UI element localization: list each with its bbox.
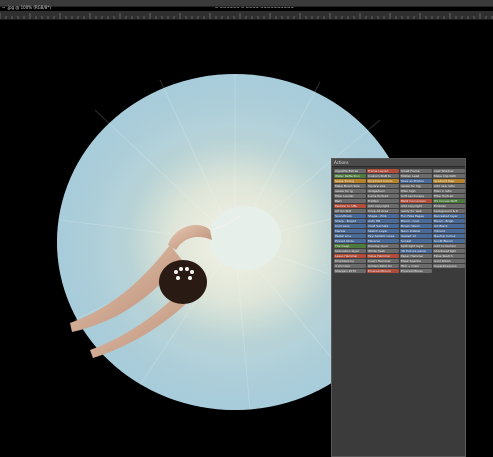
action-button[interactable]: Psychedelic Lines [367, 234, 399, 238]
action-button[interactable]: Vibrant [433, 229, 465, 233]
action-button[interactable]: 3D Picture panel [400, 249, 432, 253]
action-button[interactable]: Vivid Sachets [367, 224, 399, 228]
action-button[interactable]: Cold Lens [334, 224, 366, 228]
action-button[interactable]: Make Clip Path [433, 174, 465, 178]
action-button[interactable]: Neutral Colour [433, 234, 465, 238]
action-button[interactable]: Frame Layout [367, 169, 399, 173]
action-button[interactable]: Blend - Cool [400, 219, 432, 223]
action-button[interactable]: Invert Hammer [367, 259, 399, 263]
action-button[interactable]: Value Hammer [367, 254, 399, 258]
action-button[interactable]: Add copyright [367, 204, 399, 208]
action-button[interactable]: Filter Landsc [334, 194, 366, 198]
action-button[interactable]: Emerald Bloom [367, 269, 399, 273]
action-button[interactable]: ready for web [400, 209, 432, 213]
action-button[interactable]: Brown Warm [400, 224, 432, 228]
action-button[interactable]: Frattan [367, 199, 399, 203]
action-button[interactable]: Vignette Extras [334, 169, 366, 173]
action-button[interactable]: Shadows/Highl [433, 249, 465, 253]
action-button[interactable]: Auto HB [367, 219, 399, 223]
action-button[interactable]: filter high [400, 189, 432, 193]
action-button[interactable]: Add copyright [400, 204, 432, 208]
action-button[interactable]: Custom RGB to [367, 174, 399, 178]
action-button[interactable]: Emerald Blues [400, 269, 432, 273]
action-button[interactable]: White fresh [367, 249, 399, 253]
action-button[interactable]: filter 2 ratio [433, 189, 465, 193]
action-button[interactable]: Sharpen 2070 [334, 269, 366, 273]
actions-panel-title: Actions [332, 159, 465, 167]
action-button[interactable]: Marble [334, 229, 366, 233]
action-button[interactable]: False Sketch [433, 254, 465, 258]
hair-bun [159, 260, 207, 304]
action-button[interactable]: Quadrant Colors [367, 179, 399, 183]
action-button[interactable]: Emboss [433, 204, 465, 208]
action-button[interactable]: Sharp - Bright [334, 219, 366, 223]
action-button[interactable]: Soundtrack [334, 214, 366, 218]
action-button[interactable]: The Deep [334, 244, 366, 248]
action-button[interactable]: HS Curves Shift [433, 199, 465, 203]
action-button[interactable]: Sunset [400, 239, 432, 243]
action-button[interactable]: resize for hig [400, 184, 432, 188]
action-button[interactable]: resize for ig [334, 189, 366, 193]
action-button[interactable]: Cast Shadow [433, 169, 465, 173]
action-button[interactable]: Mask Sparkle [400, 259, 432, 263]
action-button[interactable]: Shape - Pink [367, 214, 399, 218]
action-button[interactable]: Filter Portrait [433, 194, 465, 198]
action-button[interactable]: Blend - Brigh [433, 219, 465, 223]
action-button[interactable]: Molten Lead [400, 174, 432, 178]
action-button[interactable]: Art Black [433, 224, 465, 228]
action-button[interactable]: 3 All Color [334, 264, 366, 268]
action-button[interactable]: background & K [433, 209, 465, 213]
action-button[interactable]: Water Reflection [334, 174, 366, 178]
bodice [209, 206, 281, 270]
action-button[interactable]: Glazed 12 [400, 234, 432, 238]
action-button[interactable]: Sunlit Bloom [433, 239, 465, 243]
action-button[interactable]: Small Frame [400, 169, 432, 173]
action-button[interactable]: Luma Portrait [367, 194, 399, 198]
action-button[interactable]: Soft Landscape [400, 194, 432, 198]
action-button[interactable]: Art Go SLR [334, 209, 366, 213]
action-button[interactable]: Gold Polish [433, 259, 465, 263]
action-button[interactable]: Pastel Line [334, 234, 366, 238]
action-button[interactable]: B&W Conversion [400, 199, 432, 203]
actions-button-grid: Vignette Extras Frame Layout Small Frame Ca… [334, 169, 465, 273]
action-button[interactable]: Make Brush Size [334, 184, 366, 188]
action-button[interactable] [433, 269, 465, 273]
action-button[interactable]: Neon Rubber [400, 229, 432, 233]
ruler-ticks [0, 13, 493, 19]
action-button[interactable]: Golden Ratio tin [367, 264, 399, 268]
action-button[interactable]: Recreated layer [433, 214, 465, 218]
action-button[interactable]: Crisp All Area [367, 209, 399, 213]
action-button[interactable]: Sketch Layer [367, 229, 399, 233]
action-button[interactable]: Fun Fake Pages [400, 214, 432, 218]
action-button[interactable]: Supersharpens [433, 264, 465, 268]
action-button[interactable]: Split light layer [400, 244, 432, 248]
action-button[interactable]: Minerva [367, 239, 399, 243]
action-button[interactable]: dodge/burn [367, 189, 399, 193]
action-button[interactable]: Paper Hammer [400, 254, 432, 258]
actions-panel[interactable]: Actions Vignette Extras Frame Layout Small… [331, 158, 466, 457]
action-button[interactable]: Save as Photos [400, 179, 432, 183]
action-button[interactable]: Add new ratio [433, 184, 465, 188]
action-button[interactable]: Fashion to UBL [334, 204, 366, 208]
horizontal-ruler[interactable] [0, 11, 493, 20]
action-button[interactable]: Pinned Glide [334, 239, 366, 243]
action-button[interactable]: Emphasis by [334, 259, 366, 263]
action-button[interactable]: Add Correction [433, 244, 465, 248]
action-button[interactable]: Film + Color [400, 264, 432, 268]
action-button[interactable]: Sepia Toning [334, 179, 366, 183]
action-button[interactable]: B&D [334, 199, 366, 203]
action-button[interactable]: Saturation layer [334, 249, 366, 253]
action-button[interactable]: Square size [367, 184, 399, 188]
action-button[interactable]: Overlay layer [367, 244, 399, 248]
action-button[interactable]: Gradient Map [433, 179, 465, 183]
action-button[interactable]: Lasso Hammer [334, 254, 366, 258]
